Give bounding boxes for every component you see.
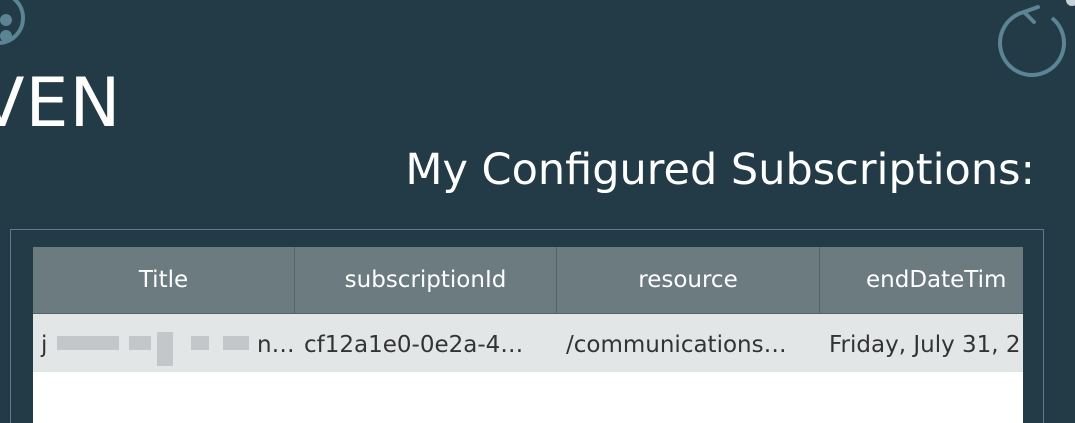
redacted-text	[223, 336, 249, 350]
redacted-text	[129, 336, 151, 350]
redacted-text	[191, 336, 209, 350]
refresh-icon[interactable]	[994, 2, 1070, 78]
column-header-title[interactable]: Title	[33, 247, 295, 314]
column-header-enddatetime[interactable]: endDateTim	[820, 247, 1023, 314]
cell-subscriptionid: cf12a1e0-0e2a-4…	[304, 332, 524, 358]
redacted-text	[157, 332, 173, 366]
title-text-start: j	[41, 332, 48, 358]
logo-icon	[0, 0, 25, 45]
brand-name: VEN	[0, 64, 122, 143]
redacted-text	[57, 336, 119, 350]
table-header-row: Title subscriptionId resource endDateTim	[33, 247, 1023, 314]
app-window: VEN My Configured Subscriptions: Title s…	[0, 0, 1075, 423]
page-title: My Configured Subscriptions:	[405, 145, 1035, 195]
column-header-resource[interactable]: resource	[557, 247, 820, 314]
subscriptions-table: Title subscriptionId resource endDateTim…	[33, 247, 1023, 423]
cell-enddatetime: Friday, July 31, 2	[829, 332, 1021, 358]
cell-resource: /communications…	[566, 332, 787, 358]
column-header-subscriptionid[interactable]: subscriptionId	[295, 247, 557, 314]
cell-title: j n…	[33, 314, 295, 372]
table-row[interactable]: j n… cf12a1e0-0e2a-4… /communications… F…	[33, 314, 1023, 372]
title-text-end: n…	[257, 332, 295, 358]
